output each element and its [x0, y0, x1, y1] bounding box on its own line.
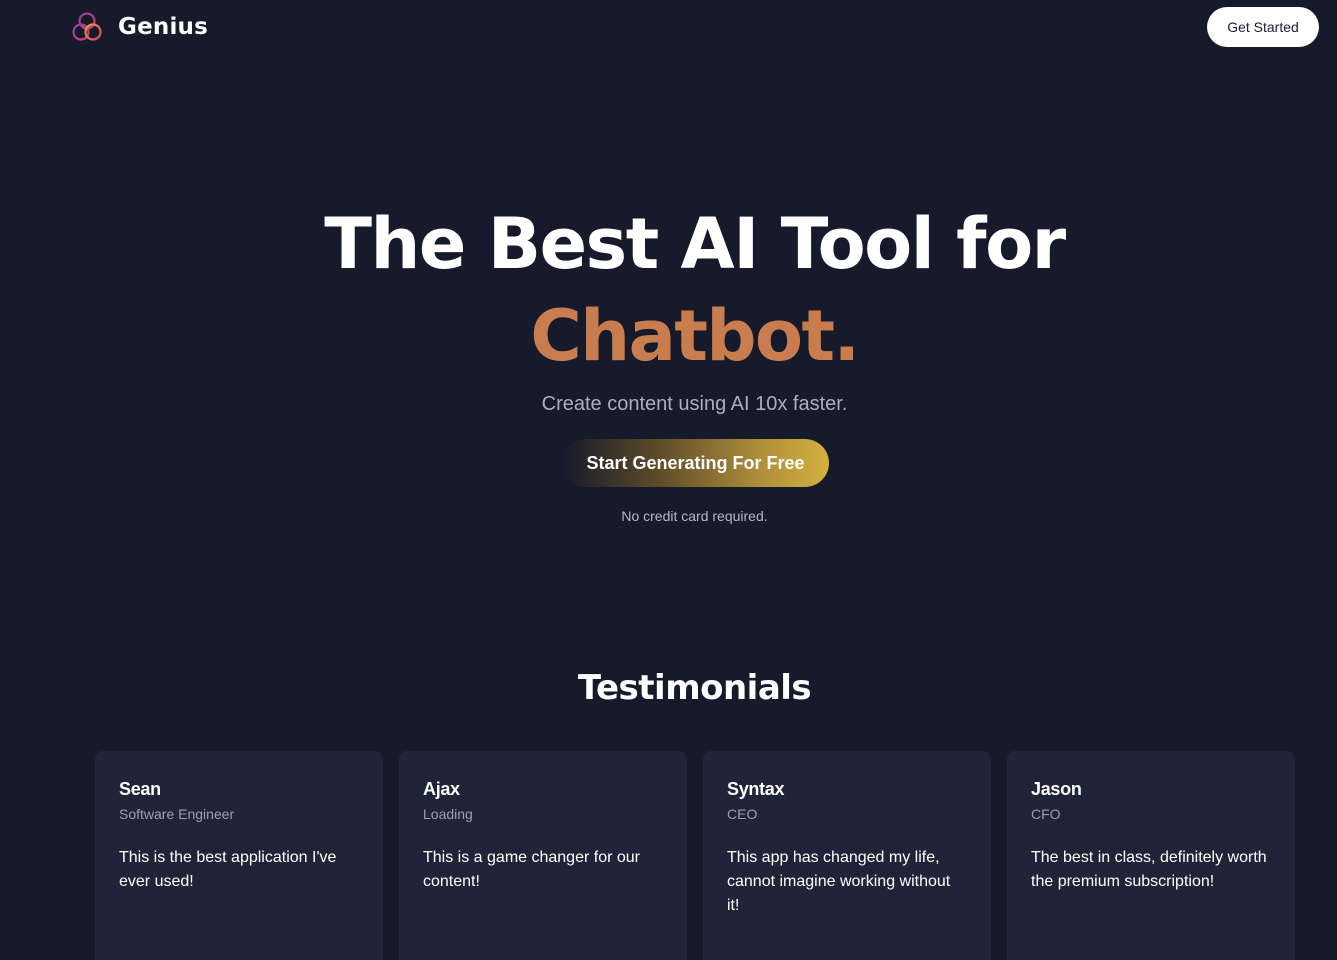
testimonial-quote: This is a game changer for our content!: [423, 849, 640, 890]
testimonial-quote: This app has changed my life, cannot ima…: [727, 849, 951, 914]
testimonial-card: Ajax Loading This is a game changer for …: [399, 751, 687, 960]
landing-page: Genius Get Started The Best AI Tool for …: [0, 0, 1337, 960]
brand-name: Genius: [118, 14, 208, 40]
testimonial-name: Jason: [1031, 779, 1082, 799]
testimonial-card: Sean Software Engineer This is the best …: [95, 751, 383, 960]
hero-title-accent: Chatbot.: [530, 290, 860, 382]
no-credit-card-note: No credit card required.: [621, 508, 768, 524]
testimonial-role: Loading: [423, 806, 473, 822]
testimonial-name: Sean: [119, 779, 161, 799]
start-generating-button[interactable]: Start Generating For Free: [562, 439, 829, 487]
hero-title-line: The Best AI Tool for: [324, 203, 1066, 285]
testimonial-card: Syntax CEO This app has changed my life,…: [703, 751, 991, 960]
testimonials-grid: Sean Software Engineer This is the best …: [95, 751, 1295, 960]
navbar: Genius Get Started: [0, 0, 1337, 54]
testimonial-name: Ajax: [423, 779, 460, 799]
testimonial-card: Jason CFO The best in class, definitely …: [1007, 751, 1295, 960]
testimonial-quote: The best in class, definitely worth the …: [1031, 849, 1267, 890]
genius-trefoil-logo-icon: [72, 12, 102, 41]
testimonial-role: CEO: [727, 806, 758, 822]
testimonials-heading: Testimonials: [577, 668, 812, 708]
hero-title: The Best AI Tool for Chatbot.: [0, 198, 1337, 382]
testimonial-quote: This is the best application I've ever u…: [119, 849, 337, 890]
testimonial-name: Syntax: [727, 779, 785, 799]
testimonial-role: Software Engineer: [119, 806, 235, 822]
get-started-button[interactable]: Get Started: [1207, 7, 1319, 47]
testimonial-role: CFO: [1031, 806, 1061, 822]
brand-logo-link[interactable]: Genius: [70, 10, 208, 44]
hero-subtitle: Create content using AI 10x faster.: [541, 393, 848, 415]
